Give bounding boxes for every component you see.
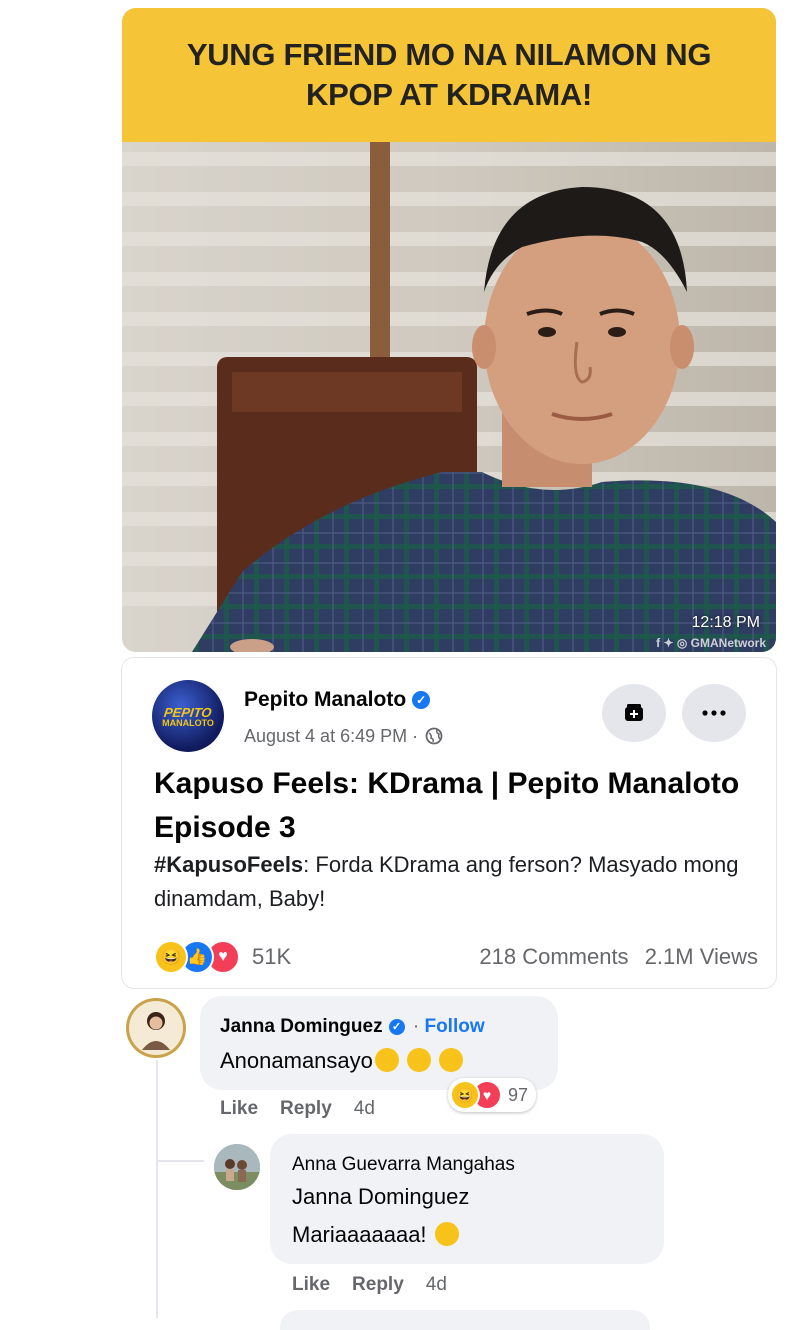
reaction-count: 51K (252, 944, 292, 969)
commenter-avatar-image (129, 1001, 183, 1055)
heart-eyes-emoji-icon (406, 1048, 431, 1072)
post-stats: 218 Comments 2.1M Views (479, 944, 758, 970)
video-frame (122, 142, 776, 652)
like-button[interactable]: Like (220, 1098, 258, 1119)
post-description: #KapusoFeels: Forda KDrama ang ferson? M… (154, 848, 754, 916)
post-date-text[interactable]: August 4 at 6:49 PM · (244, 726, 418, 746)
haha-reaction-icon: 😆 (154, 940, 188, 974)
post-author[interactable]: Pepito Manaloto ✓ (244, 688, 431, 712)
watermark-text: GMANetwork (690, 636, 766, 650)
comment-bubble: Janna Dominguez ✓ · Follow Anonamansayo (200, 996, 558, 1090)
replier-avatar[interactable] (214, 1144, 260, 1190)
reply-bubble: Anna Guevarra Mangahas Janna Dominguez M… (270, 1134, 664, 1264)
reaction-summary[interactable]: 😆 👍 ♥ 51K (154, 940, 291, 974)
social-icons: f ✦ ◎ (656, 636, 691, 650)
post-timestamp[interactable]: August 4 at 6:49 PM · (244, 726, 443, 747)
thread-connector (156, 1160, 204, 1162)
views-count: 2.1M Views (644, 944, 758, 969)
follow-button[interactable]: Follow (424, 1016, 484, 1037)
video-timestamp: 12:18 PM (691, 614, 760, 631)
follow-separator: · (412, 1016, 420, 1037)
laughing-emoji-icon (434, 1222, 459, 1246)
verified-badge-icon: ✓ (388, 1019, 405, 1035)
more-icon (702, 710, 726, 716)
post-author-name[interactable]: Pepito Manaloto (244, 688, 406, 711)
commenter-avatar[interactable] (126, 998, 186, 1058)
banner-line-1: YUNG FRIEND MO NA NILAMON NG (186, 37, 712, 72)
comment-reaction-count: 97 (508, 1084, 529, 1105)
post-title[interactable]: Kapuso Feels: KDrama | Pepito Manaloto E… (154, 762, 754, 850)
reply-actions: Like Reply 4d (292, 1274, 469, 1296)
comment-text: Anonamansayo (220, 1048, 463, 1074)
comment-author-name[interactable]: Janna Dominguez (220, 1016, 383, 1037)
page-avatar[interactable]: PEPITO MANALOTO (152, 680, 224, 752)
heart-eyes-emoji-icon (438, 1048, 463, 1072)
reply-button[interactable]: Reply (280, 1098, 332, 1119)
globe-icon (425, 727, 443, 745)
thread-line (156, 1060, 158, 1318)
avatar-logo-line1: PEPITO (163, 704, 213, 720)
comment-time[interactable]: 4d (354, 1098, 375, 1119)
video-thumbnail[interactable]: YUNG FRIEND MO NA NILAMON NG KPOP AT KDRA… (122, 8, 776, 652)
post-card: PEPITO MANALOTO Pepito Manaloto ✓ August … (122, 658, 776, 988)
save-icon (625, 704, 643, 721)
banner-line-2: KPOP AT KDRAMA! (306, 77, 592, 112)
reply-time[interactable]: 4d (426, 1274, 447, 1295)
reply-button[interactable]: Reply (352, 1274, 404, 1295)
network-watermark: f ✦ ◎ GMANetwork (656, 636, 766, 650)
replier-avatar-image (214, 1144, 260, 1190)
comment-text-content: Anonamansayo (220, 1048, 373, 1073)
heart-eyes-emoji-icon (374, 1048, 399, 1072)
verified-badge-icon: ✓ (412, 691, 431, 709)
reply-text: Mariaaaaaaa! (292, 1222, 459, 1248)
reply-text-content: Mariaaaaaaa! (292, 1222, 427, 1247)
reply-mention[interactable]: Janna Dominguez (292, 1184, 469, 1210)
comment-actions: Like Reply 4d (220, 1098, 397, 1120)
video-banner: YUNG FRIEND MO NA NILAMON NG KPOP AT KDRA… (122, 8, 776, 142)
haha-reaction-icon: 😆 (450, 1080, 480, 1110)
reply-author[interactable]: Anna Guevarra Mangahas (292, 1154, 515, 1176)
like-button[interactable]: Like (292, 1274, 330, 1295)
comment-author[interactable]: Janna Dominguez ✓ · Follow (220, 1016, 485, 1038)
next-reply-bubble (280, 1310, 650, 1330)
comments-count[interactable]: 218 Comments (479, 944, 628, 969)
save-button[interactable] (602, 684, 666, 742)
hashtag-link[interactable]: #KapusoFeels (154, 852, 303, 877)
comment-reactions[interactable]: 😆 ♥ 97 (448, 1078, 537, 1112)
more-options-button[interactable] (682, 684, 746, 742)
video-scene-image (122, 142, 776, 652)
